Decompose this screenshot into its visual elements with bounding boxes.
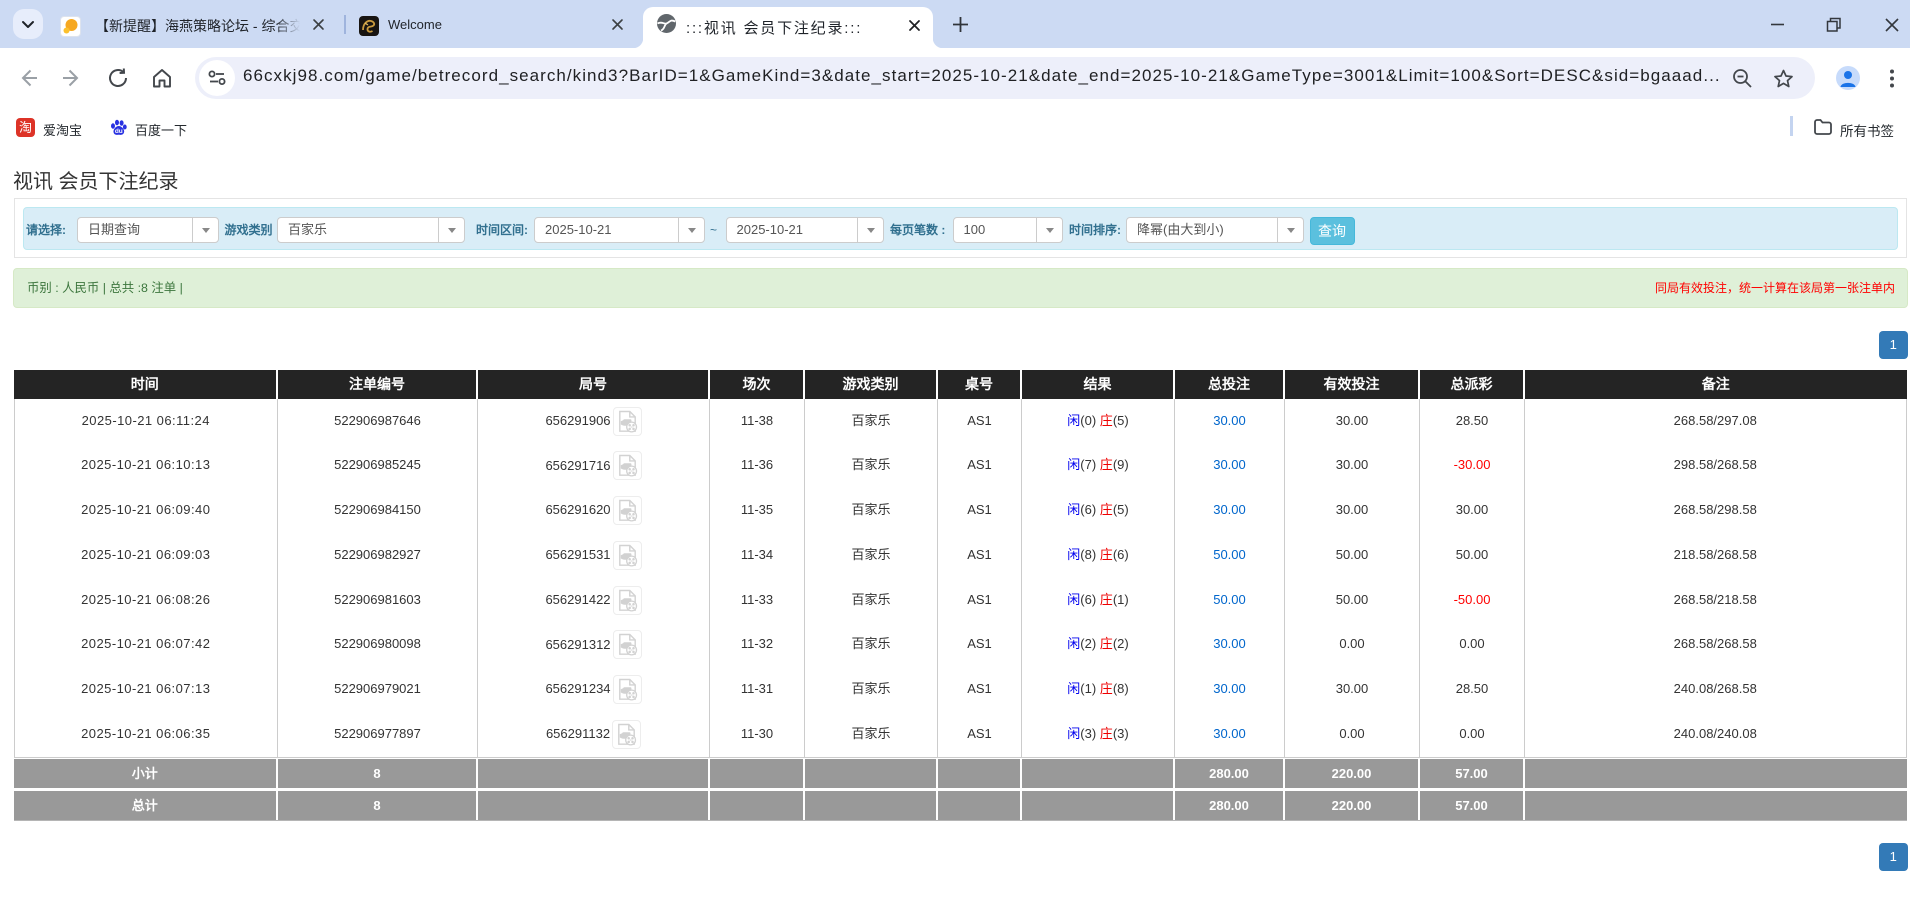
svg-text:du: du <box>115 128 123 135</box>
